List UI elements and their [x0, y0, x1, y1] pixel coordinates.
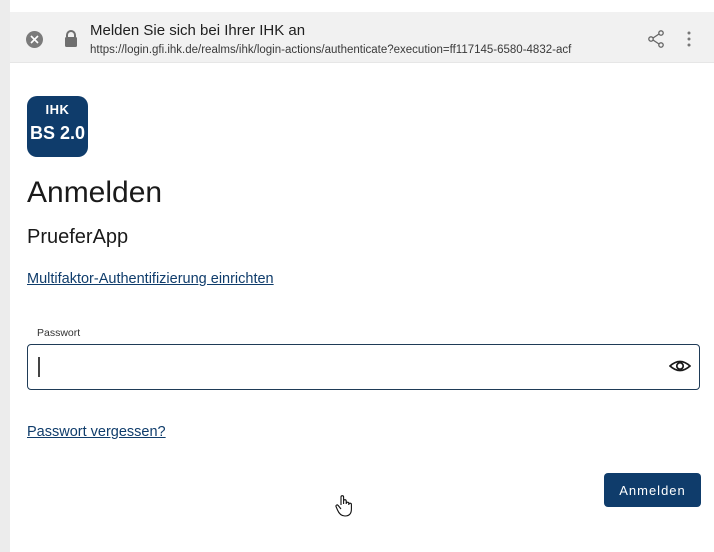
forgot-password-link[interactable]: Passwort vergessen?: [27, 424, 166, 440]
password-label: Passwort: [37, 327, 81, 339]
hand-cursor-icon: [334, 494, 354, 523]
eye-icon[interactable]: [668, 357, 692, 380]
share-icon[interactable]: [648, 30, 664, 53]
text-cursor: [38, 357, 40, 377]
url-text[interactable]: https://login.gfi.ihk.de/realms/ihk/logi…: [90, 44, 638, 56]
left-edge: [0, 0, 10, 552]
page-tab-title: Melden Sie sich bei Ihrer IHK an: [90, 22, 306, 39]
logo-line1: IHK: [45, 102, 70, 117]
ihk-logo: IHK BS 2.0: [27, 96, 88, 157]
lock-icon: [64, 30, 78, 52]
mfa-setup-link[interactable]: Multifaktor-Authentifizierung einrichten: [27, 271, 274, 287]
app-name: PrueferApp: [27, 226, 129, 248]
login-button[interactable]: Anmelden: [604, 473, 701, 507]
password-field[interactable]: [27, 344, 700, 390]
page-title: Anmelden: [27, 176, 163, 209]
close-icon[interactable]: [26, 31, 43, 48]
more-vert-icon[interactable]: [686, 30, 692, 53]
logo-line2: BS 2.0: [29, 123, 86, 143]
